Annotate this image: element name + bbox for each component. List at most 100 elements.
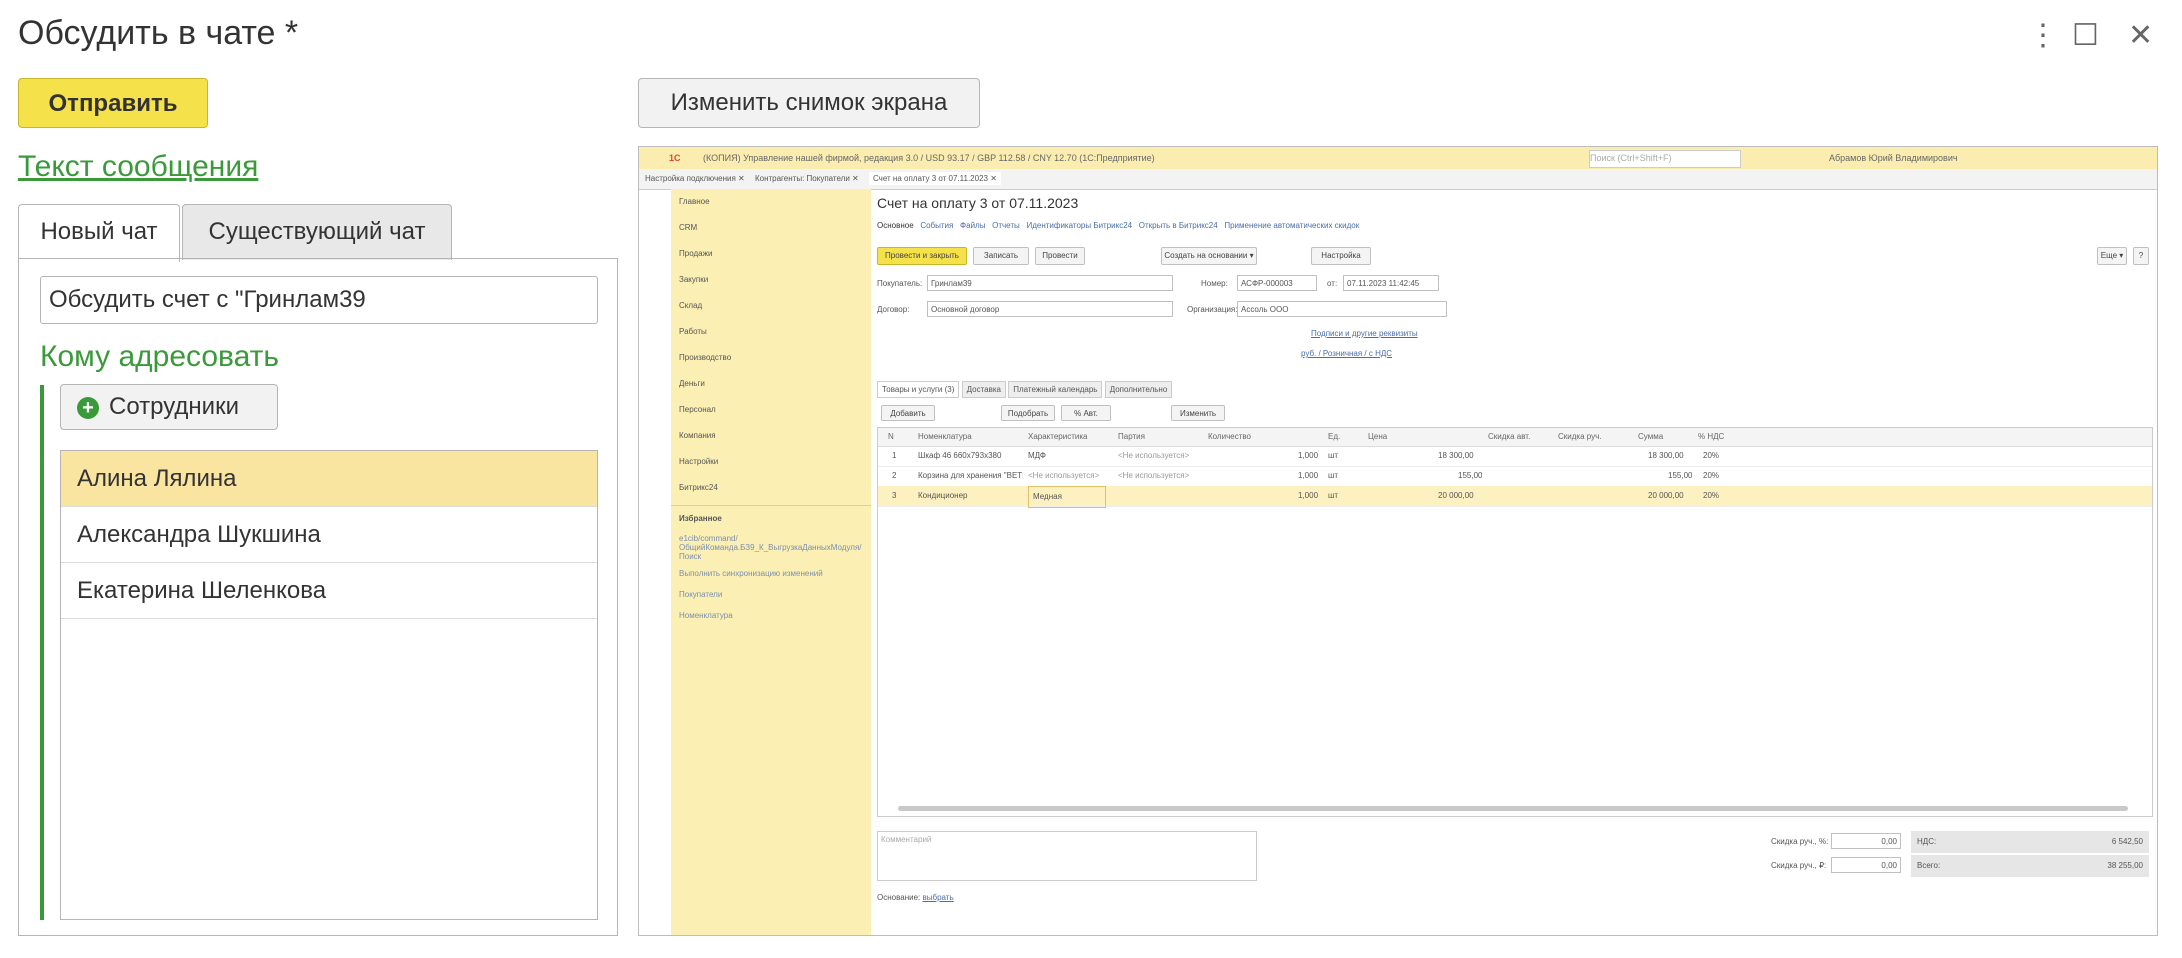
row-unit: шт [1328,491,1339,500]
screenshot-discount-pct-field: 0,00 [1831,833,1901,849]
close-icon[interactable]: ✕ [2128,18,2153,53]
screenshot-doc-title: Счет на оплату 3 от 07.11.2023 [877,195,1079,211]
screenshot-column-header: Характеристика [1028,432,1088,441]
table-row: 3 Кондиционер Медная 1,000 шт 20 000,00 … [878,486,2152,508]
screenshot-column-header: Скидка руч. [1558,432,1602,441]
screenshot-comment-field: Комментарий [877,831,1257,881]
screenshot-org-label: Организация: [1187,305,1238,314]
screenshot-sidebar-item: Битрикс24 [679,483,718,492]
screenshot-column-header: Цена [1368,432,1388,441]
row-name: Шкаф 46 660x793x380 [918,451,1002,460]
screenshot-settings-button: Настройка [1311,247,1371,265]
row-batch: <Не используется> [1118,451,1190,460]
screenshot-create-based-button: Создать на основании ▾ [1161,247,1257,265]
screenshot-subtab: Дополнительно [1104,381,1173,398]
screenshot-price-link: руб. / Розничная / с НДС [1301,349,1393,358]
screenshot-sidebar-item: Склад [679,301,703,310]
more-menu-icon[interactable]: ⋮ [2028,18,2058,53]
message-text-link[interactable]: Текст сообщения [18,150,258,184]
list-item[interactable]: Александра Шукшина [61,507,597,563]
screenshot-date-field: 07.11.2023 11:42:45 [1343,275,1439,291]
screenshot-vat-total: НДС: 6 542,50 [1911,831,2149,853]
row-name: Корзина для хранения "ВЕТЕТ... [918,471,1023,480]
row-price: 18 300,00 [1438,451,1474,460]
screenshot-sidebar-item: Главное [679,197,710,206]
screenshot-sidebar-item: Работы [679,327,707,336]
row-name: Кондиционер [918,491,968,500]
screenshot-buyer-label: Покупатель: [877,279,923,288]
tab-new-chat[interactable]: Новый чат [18,204,180,262]
screenshot-total-label: Всего: [1917,861,1941,870]
row-char: МДФ [1028,451,1046,460]
list-item[interactable]: Екатерина Шеленкова [61,563,597,619]
screenshot-open-tab: Контрагенты: Покупатели ✕ [754,174,859,183]
tab-existing-chat[interactable]: Существующий чат [182,204,452,260]
screenshot-subtabs: Товары и услуги (3) Доставка Платежный к… [877,381,1173,398]
screenshot-nav-link: Файлы [960,221,986,230]
screenshot-change-button: Изменить [1171,405,1225,421]
screenshot-subtab: Товары и услуги (3) [877,381,960,398]
screenshot-sidebar-item: Закупки [679,275,709,284]
row-unit: шт [1328,451,1339,460]
list-item[interactable]: Алина Лялина [61,451,597,507]
screenshot-open-tabs: Настройка подключения ✕ Контрагенты: Пок… [639,169,2157,190]
screenshot-basis-label: Основание: [877,893,921,902]
screenshot-sidebar-item: Деньги [679,379,705,388]
screenshot-favorite-item: Номенклатура [679,611,733,620]
screenshot-number-label: Номер: [1201,279,1228,288]
screenshot-org-field: Ассоль ООО [1237,301,1447,317]
screenshot-favorites-title: Избранное [671,505,871,532]
screenshot-post-close-button: Провести и закрыть [877,247,967,265]
screenshot-sidebar-item: Компания [679,431,716,440]
row-vat: 20% [1703,491,1720,500]
send-button[interactable]: Отправить [18,78,208,128]
screenshot-column-header: Номенклатура [918,432,972,441]
chat-name-input[interactable]: Обсудить счет с "Гринлам39 [40,276,598,324]
screenshot-vat-value: 6 542,50 [2111,837,2143,846]
table-row: 1 Шкаф 46 660x793x380 МДФ <Не использует… [878,446,2152,467]
screenshot-items-table: N Номенклатура Характеристика Партия Кол… [877,427,2153,817]
row-sum: 155,00 [1668,471,1693,480]
screenshot-sidebar: Главное CRM Продажи Закупки Склад Работы… [671,189,871,935]
screenshot-open-tab: Счет на оплату 3 от 07.11.2023 ✕ [868,172,1001,185]
screenshot-column-header: Партия [1118,432,1145,441]
screenshot-subtab: Платежный календарь [1008,381,1103,398]
screenshot-discount-sum-label: Скидка руч., ₽: [1771,861,1827,870]
plus-circle-icon: + [77,396,99,419]
screenshot-discount-pct-label: Скидка руч., %: [1771,837,1829,846]
screenshot-preview[interactable]: 1С (КОПИЯ) Управление нашей фирмой, реда… [638,146,2158,936]
maximize-icon[interactable]: ☐ [2072,18,2099,53]
row-vat: 20% [1703,451,1720,460]
change-screenshot-button[interactable]: Изменить снимок экрана [638,78,980,128]
row-number: 3 [892,491,897,500]
screenshot-buyer-field: Гринлам39 [927,275,1173,291]
screenshot-favorite-item: Покупатели [679,590,723,599]
screenshot-nav-link: Открыть в Битрикс24 [1138,221,1218,230]
screenshot-sidebar-item: Персонал [679,405,716,414]
screenshot-date-label: от: [1327,279,1338,288]
screenshot-signatures-link: Подписи и другие реквизиты [1311,329,1418,338]
screenshot-write-button: Записать [973,247,1029,265]
screenshot-favorite-item: e1cib/command/ОбщийКоманда.БЗ9_К_Выгрузк… [679,534,862,561]
row-price: 20 000,00 [1438,491,1474,500]
row-qty: 1,000 [1298,471,1319,480]
row-char: <Не используется> [1028,471,1100,480]
screenshot-app-title: (КОПИЯ) Управление нашей фирмой, редакци… [703,153,1155,163]
employees-button-label: Сотрудники [109,393,239,420]
row-number: 1 [892,451,897,460]
screenshot-column-header: Количество [1208,432,1251,441]
row-sum: 18 300,00 [1648,451,1684,460]
screenshot-main: Счет на оплату 3 от 07.11.2023 Основное … [871,189,2157,935]
screenshot-more-button: Еще ▾ [2097,247,2127,265]
window-title: Обсудить в чате * [18,14,299,52]
employees-button[interactable]: + Сотрудники [60,384,278,430]
address-group-line [40,385,44,920]
row-sum: 20 000,00 [1648,491,1684,500]
row-unit: шт [1328,471,1339,480]
screenshot-nav-link: Отчеты [992,221,1020,230]
screenshot-sidebar-item: Продажи [679,249,713,258]
row-price: 155,00 [1458,471,1483,480]
screenshot-discount-sum-field: 0,00 [1831,857,1901,873]
screenshot-total-value: 38 255,00 [2107,861,2143,870]
screenshot-pick-button: Подобрать [1001,405,1055,421]
